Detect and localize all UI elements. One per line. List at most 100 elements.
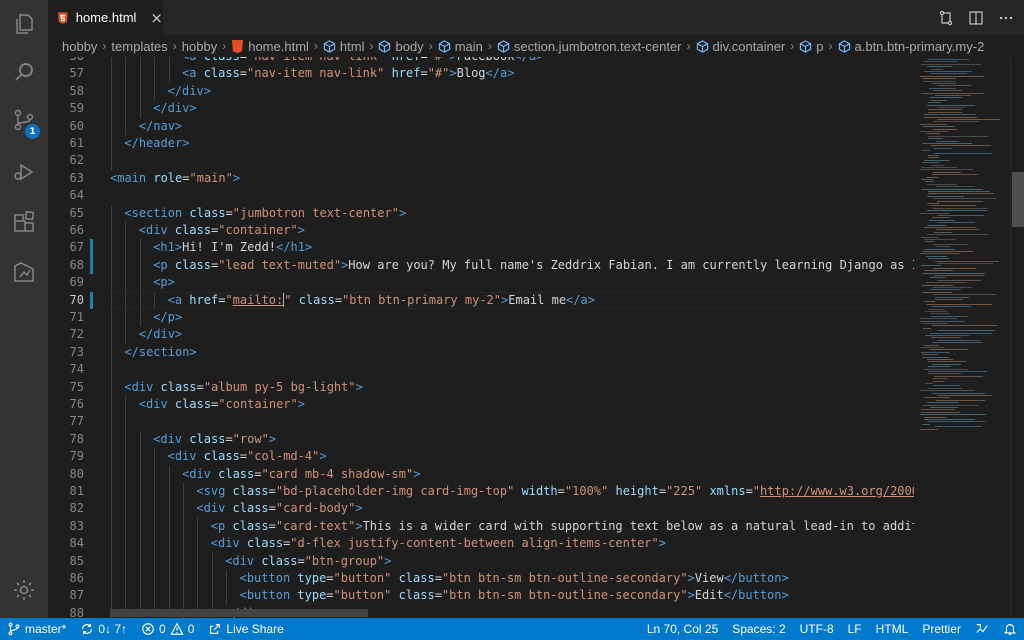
tab-home-html[interactable]: home.html × bbox=[48, 0, 163, 35]
line-number: 56 bbox=[48, 57, 84, 65]
source-control-icon[interactable] bbox=[0, 96, 48, 144]
breadcrumb-item[interactable]: div.container bbox=[696, 39, 785, 54]
code-editor[interactable]: 56<a class="nav-item nav-link" href="#">… bbox=[48, 57, 914, 618]
code-token: class bbox=[218, 466, 255, 481]
code-line[interactable]: 60 </nav> bbox=[48, 118, 914, 135]
run-debug-icon[interactable] bbox=[0, 148, 48, 196]
code-line[interactable]: 72 </div> bbox=[48, 326, 914, 343]
code-line[interactable]: 70 <a href="mailto:" class="btn btn-prima… bbox=[48, 291, 914, 309]
code-line[interactable]: 80 <div class="card mb-4 shadow-sm"> bbox=[48, 466, 914, 483]
problems-status[interactable]: 0 0 bbox=[134, 618, 201, 640]
remote-explorer-icon[interactable] bbox=[0, 248, 48, 296]
breadcrumb-item[interactable]: p bbox=[799, 39, 824, 54]
line-number: 88 bbox=[69, 605, 84, 618]
code-line[interactable]: 61 </header> bbox=[48, 135, 914, 152]
minimap-line bbox=[924, 419, 975, 420]
code-line[interactable]: 56<a class="nav-item nav-link" href="#">… bbox=[48, 57, 914, 65]
code-line[interactable]: 84 <div class="d-flex justify-content-bet… bbox=[48, 535, 914, 552]
code-line[interactable]: 76 <div class="container"> bbox=[48, 396, 914, 413]
gear-icon[interactable] bbox=[0, 566, 48, 614]
code-line[interactable]: 82 <div class="card-body"> bbox=[48, 500, 914, 517]
code-line[interactable]: 63 <main role="main"> bbox=[48, 170, 914, 187]
explorer-icon[interactable] bbox=[0, 0, 48, 48]
code-line[interactable]: 65 <section class="jumbotron text-center"… bbox=[48, 205, 914, 222]
code-text: <p class="card-text">This is a wider car… bbox=[211, 518, 914, 535]
code-token: "card mb-4 shadow-sm" bbox=[261, 466, 414, 481]
feedback-icon[interactable] bbox=[968, 618, 996, 640]
encoding[interactable]: UTF-8 bbox=[793, 618, 841, 640]
code-line[interactable]: 71 </p> bbox=[48, 309, 914, 326]
breadcrumb-item[interactable]: a.btn.btn-primary.my-2 bbox=[838, 39, 984, 54]
breadcrumb-item[interactable]: main bbox=[438, 39, 483, 54]
split-editor-icon[interactable] bbox=[968, 10, 984, 26]
breadcrumb-item[interactable]: body bbox=[378, 39, 424, 54]
breadcrumb-item[interactable]: templates bbox=[111, 39, 167, 54]
language-mode[interactable]: HTML bbox=[869, 618, 916, 640]
minimap-line bbox=[937, 222, 975, 224]
code-token: > bbox=[658, 536, 666, 551]
code-line[interactable]: 59 </div> bbox=[48, 100, 914, 117]
code-line[interactable]: 66 <div class="container"> bbox=[48, 222, 914, 239]
cursor-position[interactable]: Ln 70, Col 25 bbox=[640, 618, 725, 640]
breadcrumb-item[interactable]: hobby bbox=[182, 39, 217, 54]
minimap-line bbox=[933, 380, 945, 382]
minimap-line bbox=[921, 409, 955, 411]
sync-status[interactable]: 0↓ 7↑ bbox=[73, 618, 134, 640]
code-token: <svg bbox=[196, 484, 233, 498]
code-token: > bbox=[297, 223, 305, 237]
close-icon[interactable]: × bbox=[150, 9, 163, 27]
minimap[interactable] bbox=[914, 57, 1010, 618]
code-line[interactable]: 73 </section> bbox=[48, 344, 914, 361]
minimap-line bbox=[928, 109, 962, 111]
live-share-button[interactable]: Live Share bbox=[201, 618, 290, 640]
breadcrumb-item[interactable]: section.jumbotron.text-center bbox=[497, 39, 682, 54]
more-actions-icon[interactable] bbox=[998, 10, 1014, 26]
breadcrumb-item[interactable]: html bbox=[323, 39, 364, 54]
code-line[interactable]: 79 <div class="col-md-4"> bbox=[48, 448, 914, 465]
code-line[interactable]: 75 <div class="album py-5 bg-light"> bbox=[48, 379, 914, 396]
formatter-status[interactable]: Prettier bbox=[915, 618, 968, 640]
search-icon[interactable] bbox=[0, 48, 48, 96]
scrollbar-thumb[interactable] bbox=[1012, 172, 1024, 227]
end-of-line[interactable]: LF bbox=[841, 618, 869, 640]
notifications-bell-icon[interactable] bbox=[996, 618, 1024, 640]
code-line[interactable]: 74 bbox=[48, 361, 914, 378]
code-line[interactable]: 67 <h1>Hi! I'm Zedd!</h1> bbox=[48, 239, 914, 257]
code-line[interactable]: 78 <div class="row"> bbox=[48, 431, 914, 448]
code-token: > bbox=[268, 431, 277, 446]
code-line[interactable]: 86 <button type="button" class="btn btn-s… bbox=[48, 570, 914, 587]
extensions-icon[interactable] bbox=[0, 198, 48, 246]
minimap-line bbox=[922, 284, 953, 286]
indentation[interactable]: Spaces: 2 bbox=[725, 618, 792, 640]
code-line[interactable]: 69 <p> bbox=[48, 274, 914, 291]
code-line[interactable]: 57 <a class="nav-item nav-link" href="#">… bbox=[48, 65, 914, 82]
minimap-line bbox=[924, 61, 958, 63]
code-line[interactable]: 64 bbox=[48, 187, 914, 204]
code-token: "container" bbox=[218, 397, 298, 411]
code-line[interactable]: 83 <p class="card-text">This is a wider c… bbox=[48, 518, 914, 535]
minimap-line bbox=[934, 198, 996, 200]
code-line[interactable]: 81 <svg class="bd-placeholder-img card-im… bbox=[48, 483, 914, 500]
line-number: 82 bbox=[69, 501, 84, 516]
symbol-element-icon bbox=[438, 39, 450, 53]
source-control-compare-icon[interactable] bbox=[938, 10, 954, 26]
code-text: <svg class="bd-placeholder-img card-img-… bbox=[196, 483, 914, 500]
horizontal-scrollbar[interactable] bbox=[110, 609, 368, 617]
code-line[interactable]: 58 </div> bbox=[48, 83, 914, 100]
code-line[interactable]: 87 <button type="button" class="btn btn-s… bbox=[48, 587, 914, 604]
code-line[interactable]: 77 bbox=[48, 413, 914, 430]
breadcrumb-item[interactable]: home.html bbox=[231, 39, 309, 54]
code-token: "nav-item nav-link" bbox=[247, 66, 385, 81]
code-line[interactable]: 62 bbox=[48, 152, 914, 169]
vertical-scrollbar[interactable] bbox=[1010, 57, 1024, 618]
minimap-line bbox=[932, 325, 997, 327]
code-token: <div bbox=[225, 553, 262, 568]
code-token: "container" bbox=[218, 223, 298, 237]
code-line[interactable]: 68 <p class="lead text-muted">How are you… bbox=[48, 256, 914, 275]
code-token: <a bbox=[182, 57, 204, 63]
branch-status[interactable]: master* bbox=[0, 618, 73, 640]
minimap-line bbox=[924, 227, 976, 228]
code-line[interactable]: 85 <div class="btn-group"> bbox=[48, 553, 914, 570]
breadcrumb-item[interactable]: hobby bbox=[62, 39, 97, 54]
